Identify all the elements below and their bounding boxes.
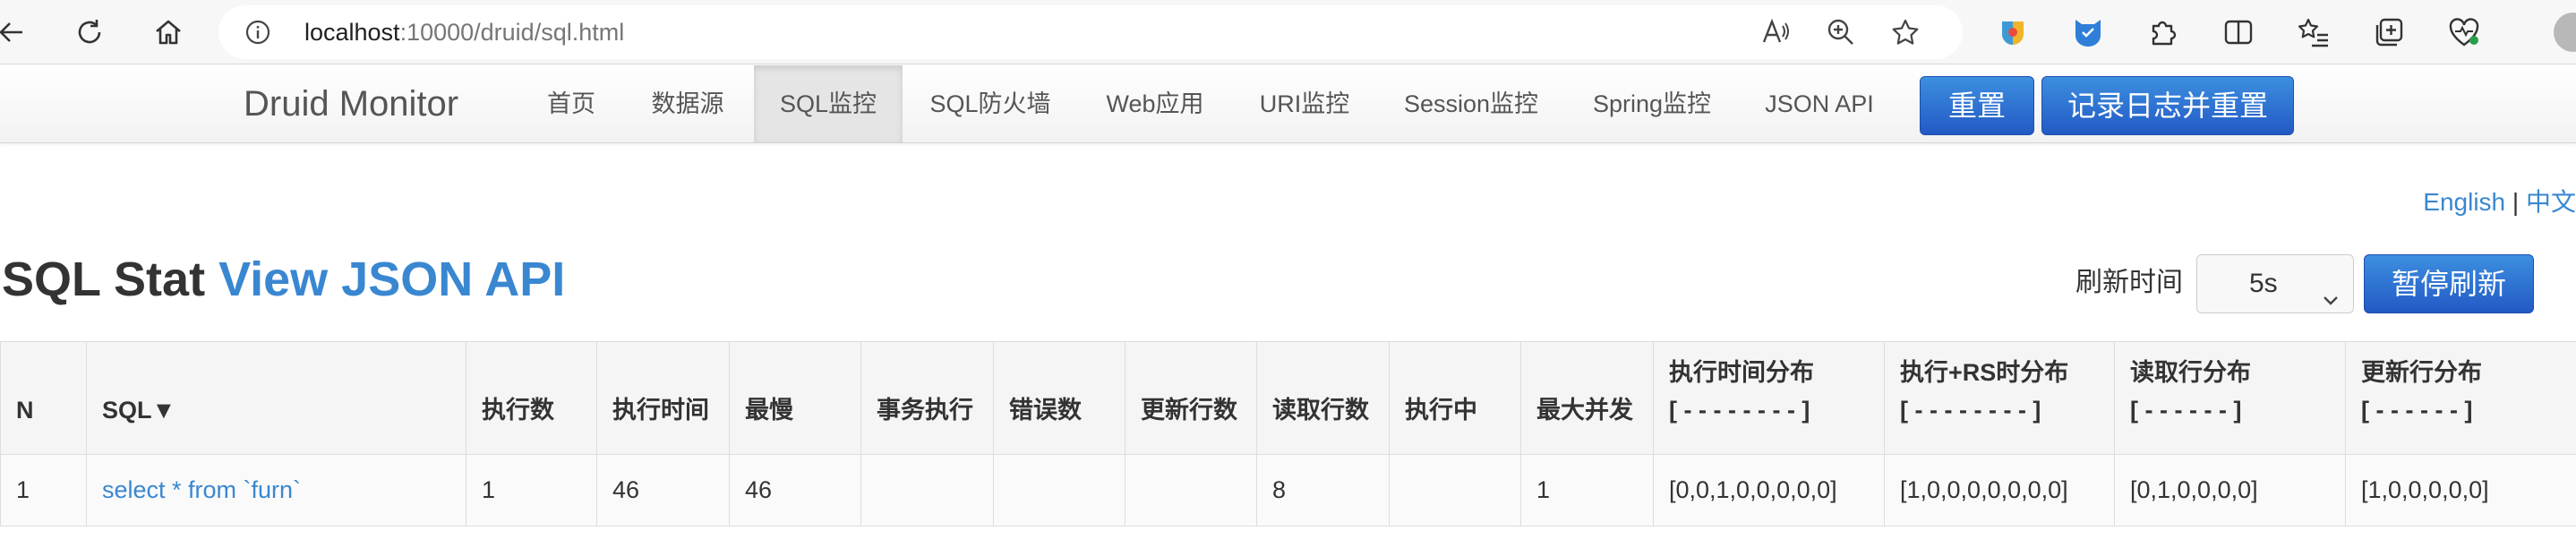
- url-text[interactable]: localhost:10000/druid/sql.html: [304, 20, 624, 45]
- lang-separator: |: [2512, 188, 2520, 216]
- language-switch: English | 中文: [2423, 188, 2576, 217]
- page-title-text: SQL Stat: [2, 253, 206, 306]
- nav-web-app[interactable]: Web应用: [1094, 65, 1216, 142]
- lang-english-link[interactable]: English: [2423, 188, 2505, 216]
- col-header-read-row-dist[interactable]: 读取行分布 [ - - - - - - ]: [2114, 341, 2346, 455]
- cell-slowest: 46: [729, 454, 861, 527]
- cell-update-row-dist: [1,0,0,0,0,0]: [2345, 454, 2576, 527]
- col-header-update-rows[interactable]: 更新行数: [1125, 341, 1257, 455]
- col-header-exec-rs-dist-sub: [ - - - - - - - - ]: [1900, 397, 2041, 424]
- browser-essentials-icon[interactable]: [2444, 13, 2484, 52]
- col-header-exec-time-dist[interactable]: 执行时间分布 [ - - - - - - - - ]: [1653, 341, 1885, 455]
- site-info-icon[interactable]: [245, 20, 270, 49]
- cell-error-count: [993, 454, 1125, 527]
- refresh-icon[interactable]: [70, 13, 109, 52]
- cell-max-concurrent: 1: [1520, 454, 1654, 527]
- cell-exec-time-dist: [0,0,1,0,0,0,0,0]: [1653, 454, 1885, 527]
- cell-running: [1389, 454, 1521, 527]
- split-screen-icon[interactable]: [2219, 13, 2258, 52]
- table-header-row: N SQL▼ 执行数 执行时间 最慢 事务执行 错误数 更新行数 读取行数 执行…: [0, 341, 2576, 455]
- col-header-read-row-dist-title: 读取行分布: [2130, 359, 2251, 386]
- nav-home[interactable]: 首页: [528, 65, 614, 142]
- nav-sql-firewall[interactable]: SQL防火墙: [919, 65, 1062, 142]
- col-header-exec-rs-dist-title: 执行+RS时分布: [1900, 359, 2069, 386]
- extensions-puzzle-icon[interactable]: [2144, 13, 2183, 52]
- cell-txn-exec: [860, 454, 994, 527]
- col-header-running[interactable]: 执行中: [1389, 341, 1521, 455]
- nav-session-monitor[interactable]: Session监控: [1395, 65, 1547, 142]
- chevron-down-icon: [2321, 273, 2341, 330]
- page-title: SQL Stat View JSON API: [2, 251, 565, 308]
- col-header-update-row-dist[interactable]: 更新行分布 [ - - - - - - ]: [2345, 341, 2576, 455]
- nav-datasource[interactable]: 数据源: [638, 65, 737, 142]
- cell-exec-count: 1: [466, 454, 597, 527]
- col-header-exec-time-dist-sub: [ - - - - - - - - ]: [1669, 397, 1810, 424]
- refresh-interval-select[interactable]: 5s: [2196, 254, 2354, 313]
- zoom-icon[interactable]: [1825, 16, 1857, 48]
- favorites-list-icon[interactable]: [2294, 13, 2333, 52]
- cell-sql: select * from `furn`: [86, 454, 466, 527]
- col-header-slowest[interactable]: 最慢: [729, 341, 861, 455]
- read-aloud-icon[interactable]: [1760, 16, 1793, 48]
- col-header-n[interactable]: N: [0, 341, 87, 455]
- cell-read-row-dist: [0,1,0,0,0,0]: [2114, 454, 2346, 527]
- lang-chinese-link[interactable]: 中文: [2526, 188, 2576, 216]
- log-and-reset-button[interactable]: 记录日志并重置: [2041, 76, 2294, 135]
- refresh-interval-value: 5s: [2249, 269, 2278, 298]
- nav-uri-monitor[interactable]: URI监控: [1246, 65, 1363, 142]
- cell-exec-rs-dist: [1,0,0,0,0,0,0,0]: [1884, 454, 2115, 527]
- pause-refresh-button[interactable]: 暂停刷新: [2364, 254, 2534, 313]
- sql-detail-link[interactable]: select * from `furn`: [102, 476, 301, 503]
- cell-exec-time: 46: [596, 454, 730, 527]
- collections-icon[interactable]: [2369, 13, 2409, 52]
- view-json-api-link[interactable]: View JSON API: [218, 253, 565, 306]
- nav-spring-monitor[interactable]: Spring监控: [1587, 65, 1717, 142]
- brand-title[interactable]: Druid Monitor: [244, 81, 458, 126]
- extension-color-icon[interactable]: [1993, 13, 2033, 52]
- back-icon[interactable]: [0, 13, 30, 52]
- sql-stat-table: N SQL▼ 执行数 执行时间 最慢 事务执行 错误数 更新行数 读取行数 执行…: [0, 341, 2576, 527]
- favorite-star-icon[interactable]: [1889, 16, 1921, 48]
- address-bar[interactable]: localhost:10000/druid/sql.html: [218, 5, 1963, 59]
- col-header-max-concurrent[interactable]: 最大并发: [1520, 341, 1654, 455]
- nav-json-api[interactable]: JSON API: [1757, 65, 1882, 142]
- profile-avatar[interactable]: [2554, 13, 2576, 52]
- cell-n: 1: [0, 454, 87, 527]
- col-header-exec-time-dist-title: 执行时间分布: [1669, 359, 1814, 386]
- col-header-exec-count[interactable]: 执行数: [466, 341, 597, 455]
- reset-button[interactable]: 重置: [1920, 76, 2034, 135]
- browser-toolbar: localhost:10000/druid/sql.html: [0, 0, 2576, 64]
- home-icon[interactable]: [149, 13, 188, 52]
- druid-navbar: Druid Monitor 首页 数据源 SQL监控 SQL防火墙 Web应用 …: [0, 65, 2576, 143]
- col-header-read-row-dist-sub: [ - - - - - - ]: [2130, 397, 2242, 424]
- col-header-sql[interactable]: SQL▼: [86, 341, 466, 455]
- col-header-error-count[interactable]: 错误数: [993, 341, 1125, 455]
- table-row: 1 select * from `furn` 1 46 46 8 1 [0,0,…: [0, 454, 2576, 527]
- cell-update-rows: [1125, 454, 1257, 527]
- extension-shield-icon[interactable]: [2068, 13, 2108, 52]
- col-header-update-row-dist-sub: [ - - - - - - ]: [2361, 397, 2473, 424]
- col-header-exec-time[interactable]: 执行时间: [596, 341, 730, 455]
- col-header-read-rows[interactable]: 读取行数: [1256, 341, 1390, 455]
- col-header-txn-exec[interactable]: 事务执行: [860, 341, 994, 455]
- nav-sql-monitor[interactable]: SQL监控: [754, 65, 903, 142]
- cell-read-rows: 8: [1256, 454, 1390, 527]
- col-header-exec-rs-dist[interactable]: 执行+RS时分布 [ - - - - - - - - ]: [1884, 341, 2115, 455]
- col-header-update-row-dist-title: 更新行分布: [2361, 359, 2482, 386]
- refresh-interval-label: 刷新时间: [2075, 268, 2183, 297]
